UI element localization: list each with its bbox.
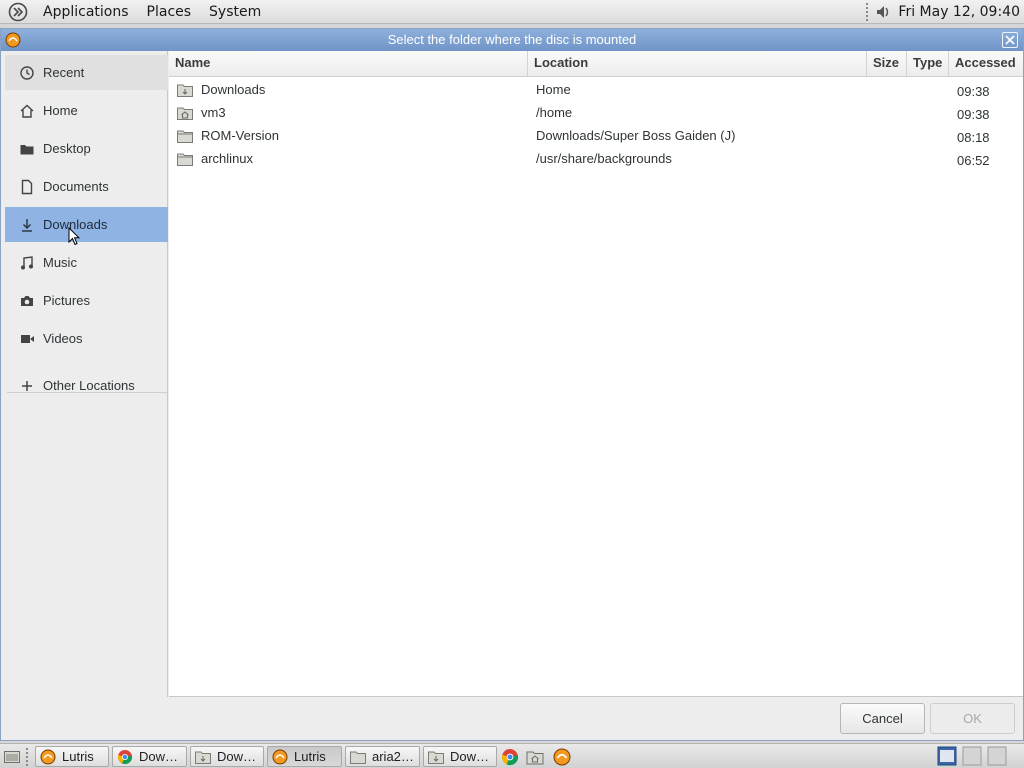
lutris-icon [272,749,288,764]
dialog-title: Select the folder where the disc is moun… [387,32,637,47]
task-label: Lutris [62,749,94,764]
recent-icon [20,65,34,80]
home-folder-icon [177,107,193,120]
top-panel: Applications Places System Fri May 12, 0… [0,0,1024,24]
sidebar-item-label: Other Locations [43,378,135,393]
sidebar-item-pictures[interactable]: Pictures [5,283,168,318]
system-menu[interactable]: System [200,0,270,24]
file-name: vm3 [201,105,226,120]
applications-menu[interactable]: Applications [34,0,138,24]
volume-icon[interactable] [874,3,892,21]
task-file-manager-downloads[interactable]: Dow… [190,746,264,767]
sidebar-item-home[interactable]: Home [5,93,168,128]
chrome-icon [117,749,133,764]
chrome-launcher-icon[interactable] [501,748,519,766]
table-row[interactable]: Downloads Home 09:38 [169,79,1023,102]
ok-button[interactable]: OK [930,703,1015,734]
column-header-type[interactable]: Type [907,51,949,77]
sidebar-item-recent[interactable]: Recent [5,55,168,90]
panel-tray: Fri May 12, 09:40 [866,0,1024,24]
file-list: Name Location Size Type Accessed Downloa… [169,51,1023,697]
sidebar-item-desktop[interactable]: Desktop [5,131,168,166]
column-header-location[interactable]: Location [528,51,867,77]
downloads-folder-icon [177,84,193,97]
workspace-2-icon[interactable] [962,746,982,766]
file-location: /usr/share/backgrounds [536,151,672,166]
sidebar-item-label: Videos [43,331,83,346]
table-row[interactable]: ROM-Version Downloads/Super Boss Gaiden … [169,125,1023,148]
home-folder-launcher-icon[interactable] [526,748,544,766]
sidebar-item-label: Pictures [43,293,90,308]
column-header-name[interactable]: Name [169,51,528,77]
sidebar-item-downloads[interactable]: Downloads [5,207,168,242]
workspace-3-icon[interactable] [987,746,1007,766]
close-button[interactable] [1002,32,1018,48]
sidebar-item-label: Recent [43,65,85,80]
folder-icon [177,153,193,166]
folder-icon [350,751,366,764]
places-menu[interactable]: Places [138,0,201,24]
mouse-cursor-icon [68,227,80,246]
file-name: ROM-Version [201,128,280,143]
file-chooser-dialog: Select the folder where the disc is moun… [0,28,1024,741]
panel-handle[interactable] [866,2,870,21]
task-chrome-downloads[interactable]: Dow… [112,746,187,767]
folder-icon [177,130,193,143]
taskbar: Lutris Dow… Dow… Lutris aria2… Dow… [0,743,1024,768]
sidebar-item-label: Documents [43,179,109,194]
table-row[interactable]: vm3 /home 09:38 [169,102,1023,125]
column-header-accessed[interactable]: Accessed [949,51,1023,77]
task-label: aria2… [372,749,414,764]
places-sidebar: Recent Home Desktop Documents Downloads [1,51,168,697]
task-label: Dow… [450,749,490,764]
file-location: Home [536,82,571,97]
show-desktop-icon[interactable] [3,748,21,766]
music-icon [21,255,33,269]
sidebar-item-label: Music [43,255,77,270]
file-accessed: 09:38 [957,84,990,99]
desktop-icon [20,144,34,154]
downloads-icon [22,218,32,232]
cancel-button[interactable]: Cancel [840,703,925,734]
sidebar-item-label: Desktop [43,141,91,156]
column-header-size[interactable]: Size [867,51,907,77]
workspace-1-icon[interactable] [937,746,957,766]
task-label: Lutris [294,749,326,764]
clock[interactable]: Fri May 12, 09:40 [892,4,1024,20]
mate-logo-icon[interactable] [8,2,28,22]
lutris-launcher-icon[interactable] [553,748,571,766]
file-location: /home [536,105,573,120]
taskbar-handle[interactable] [26,748,30,766]
file-name: archlinux [201,151,254,166]
videos-icon [21,334,34,343]
task-label: Dow… [217,749,257,764]
task-lutris[interactable]: Lutris [35,746,109,767]
file-accessed: 09:38 [957,107,990,122]
plus-icon [22,380,32,391]
file-location: Downloads/Super Boss Gaiden (J) [536,128,736,143]
sidebar-item-music[interactable]: Music [5,245,168,280]
task-lutris-active[interactable]: Lutris [267,746,342,767]
pictures-icon [21,295,33,306]
lutris-icon [40,749,56,764]
task-aria2[interactable]: aria2… [345,746,420,767]
file-manager-icon [195,751,211,764]
table-row[interactable]: archlinux /usr/share/backgrounds 06:52 [169,148,1023,171]
dialog-titlebar[interactable]: Select the folder where the disc is moun… [1,29,1023,51]
documents-icon [21,179,33,194]
file-manager-icon [428,751,444,764]
sidebar-item-videos[interactable]: Videos [5,321,168,356]
task-label: Dow… [139,749,179,764]
file-name: Downloads [201,82,266,97]
home-icon [20,104,34,118]
close-icon [1005,35,1015,45]
sidebar-item-label: Home [43,103,78,118]
sidebar-item-other-locations[interactable]: Other Locations [5,368,168,403]
sidebar-item-documents[interactable]: Documents [5,169,168,204]
file-accessed: 08:18 [957,130,990,145]
file-accessed: 06:52 [957,153,990,168]
task-file-manager-downloads-2[interactable]: Dow… [423,746,497,767]
